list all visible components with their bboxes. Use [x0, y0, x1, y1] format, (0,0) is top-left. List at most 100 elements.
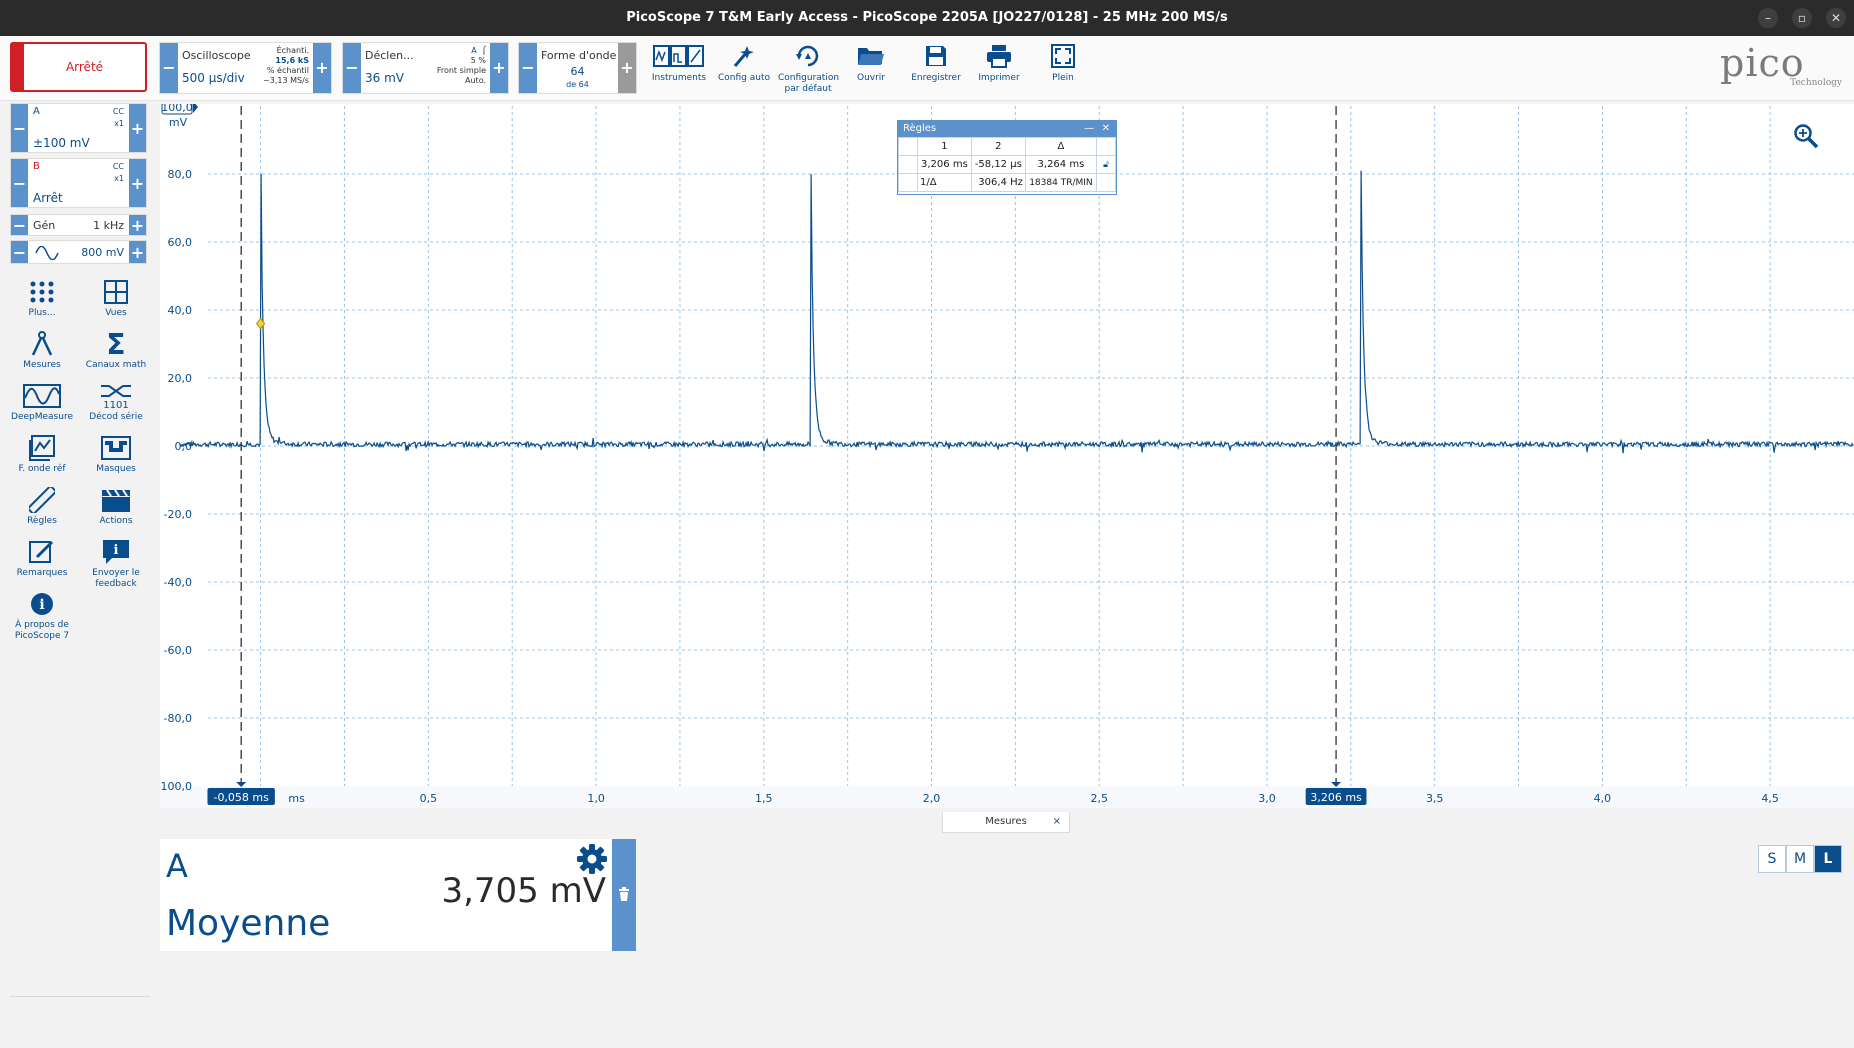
timebase-increase-button[interactable]: + — [313, 43, 331, 93]
rulers-panel[interactable]: Règles — ✕ 1 2 Δ 3,206 ms -58,12 µs 3,26… — [897, 120, 1117, 195]
math-channels-button[interactable]: Σ Canaux math — [81, 330, 151, 371]
trigger-type[interactable]: Front simple — [437, 66, 486, 76]
channel-b-range-increase-button[interactable]: + — [129, 159, 146, 207]
svg-text:i: i — [39, 597, 44, 613]
siggen-amplitude[interactable]: 800 mV — [81, 246, 124, 259]
print-button[interactable]: Imprimer — [969, 42, 1029, 84]
channel-b-probe[interactable]: x1 — [113, 173, 124, 185]
gear-icon[interactable] — [576, 843, 608, 875]
channel-a-range-decrease-button[interactable]: − — [11, 104, 28, 152]
channel-a-name[interactable]: A — [33, 106, 40, 117]
channel-b-range[interactable]: Arrêt — [33, 191, 63, 205]
trigger-source[interactable]: A — [471, 46, 476, 55]
serial-decode-button[interactable]: 1101 Décod série — [81, 382, 151, 423]
default-setup-label: Configuration par défaut — [778, 73, 840, 94]
compass-icon — [31, 331, 53, 356]
masks-button[interactable]: Masques — [81, 434, 151, 475]
channel-b-coupling[interactable]: CC — [113, 161, 124, 173]
maximize-button[interactable]: ▫ — [1792, 8, 1812, 28]
samples-value[interactable]: 15,6 kS — [263, 56, 309, 66]
siggen-frequency[interactable]: 1 kHz — [93, 219, 124, 232]
run-stop-button[interactable]: Arrêté — [10, 42, 147, 92]
scope-view[interactable]: 100,0 mV 80,0 60,0 40,0 20,0 0,0 -20,0 -40,0 -60,… — [157, 99, 1854, 808]
more-button[interactable]: Plus... — [7, 278, 77, 319]
trigger-mode[interactable]: Auto. — [437, 76, 486, 86]
feedback-button[interactable]: i Envoyer le feedback — [81, 538, 151, 590]
trigger-increase-button[interactable]: + — [490, 43, 508, 93]
size-large-button[interactable]: L — [1814, 845, 1842, 873]
save-button[interactable]: Enregistrer — [906, 42, 966, 84]
zoom-icon[interactable] — [1792, 122, 1820, 150]
reference-waveforms-button[interactable]: F. onde réf — [7, 434, 77, 475]
rising-edge-icon: ⌠ — [481, 46, 486, 55]
channel-a-coupling[interactable]: CC — [113, 106, 124, 118]
measurements-tab-close-icon[interactable]: × — [1053, 812, 1061, 832]
measurements-tab[interactable]: Mesures × — [942, 812, 1070, 833]
fullscreen-button[interactable]: Plein — [1033, 42, 1093, 84]
channel-a-range[interactable]: ±100 mV — [33, 136, 90, 150]
waveform-label: Forme d'onde — [541, 49, 617, 62]
size-small-button[interactable]: S — [1758, 845, 1786, 873]
trigger-control: − Déclen... 36 mV A ⌠ 5 % Front simple A… — [342, 42, 509, 94]
ruler-lock-icon[interactable]: 🔓︎ — [1096, 155, 1116, 174]
samples-label: Échanti. — [276, 46, 309, 55]
ruler-delta-value: 3,264 ms — [1024, 155, 1098, 174]
channel-a-range-increase-button[interactable]: + — [129, 104, 146, 152]
left-panel-divider — [10, 996, 150, 997]
deepmeasure-button[interactable]: DeepMeasure — [7, 382, 77, 423]
measurement-card[interactable]: A Moyenne 3,705 mV — [160, 839, 636, 951]
waveform-plot[interactable]: 100,0mV80,060,040,020,00,0-20,0-40,0-60,… — [157, 99, 1854, 808]
open-button[interactable]: Ouvrir — [841, 42, 901, 84]
rulers-button[interactable]: Règles — [7, 486, 77, 527]
siggen-freq-increase-button[interactable]: + — [129, 215, 146, 235]
rulers-table: 1 2 Δ 3,206 ms -58,12 µs 3,264 ms 🔓︎ 1/Δ… — [898, 137, 1116, 192]
auto-setup-button[interactable]: Config auto — [714, 42, 774, 84]
measurements-button[interactable]: Mesures — [7, 330, 77, 371]
siggen-freq-decrease-button[interactable]: − — [11, 215, 28, 235]
close-button[interactable]: ✕ — [1826, 8, 1846, 28]
serial-decode-label: Décod série — [89, 412, 143, 422]
about-button[interactable]: i À propos de PicoScope 7 — [7, 590, 77, 642]
sine-wave-icon — [35, 246, 59, 260]
notes-button[interactable]: Remarques — [7, 538, 77, 579]
trigger-level[interactable]: 36 mV — [365, 71, 404, 85]
save-icon — [926, 46, 946, 66]
fullscreen-label: Plein — [1052, 73, 1074, 83]
channel-a-probe[interactable]: x1 — [113, 118, 124, 130]
notes-label: Remarques — [16, 568, 68, 578]
views-grid-icon — [104, 280, 128, 304]
measurement-name: Moyenne — [166, 903, 331, 944]
x-tick-label: 4,5 — [1761, 792, 1779, 805]
x-tick-label: 3,5 — [1426, 792, 1444, 805]
y-tick-label: 40,0 — [168, 304, 193, 317]
print-label: Imprimer — [978, 73, 1020, 83]
timebase-decrease-button[interactable]: − — [160, 43, 178, 93]
mask-icon — [101, 436, 131, 460]
auto-setup-label: Config auto — [718, 73, 770, 83]
size-medium-button[interactable]: M — [1786, 845, 1814, 873]
channel-b-name[interactable]: B — [33, 161, 40, 172]
x-unit-label: ms — [288, 792, 305, 805]
minimize-button[interactable]: – — [1758, 8, 1778, 28]
waveform-current[interactable]: 64 — [541, 65, 614, 78]
actions-button[interactable]: Actions — [81, 486, 151, 527]
instruments-button[interactable]: Instruments — [649, 42, 709, 84]
waveform-previous-button[interactable]: − — [519, 43, 537, 93]
trash-icon[interactable] — [618, 886, 630, 902]
default-setup-button[interactable]: Configuration par défaut — [778, 42, 840, 95]
waveform-next-button[interactable]: + — [618, 43, 636, 93]
siggen-amp-increase-button[interactable]: + — [129, 241, 146, 263]
channel-b-range-decrease-button[interactable]: − — [11, 159, 28, 207]
rulers-close-icon[interactable]: ✕ — [1102, 121, 1110, 137]
y-tick-label: -60,0 — [164, 644, 192, 657]
trigger-decrease-button[interactable]: − — [343, 43, 361, 93]
channel-a-control: − A CC x1 ±100 mV + — [10, 103, 147, 153]
rulers-minimize-icon[interactable]: — — [1084, 121, 1094, 137]
ruler-inverse-label: 1/Δ — [917, 173, 972, 192]
fullscreen-icon — [1051, 44, 1075, 68]
siggen-amp-decrease-button[interactable]: − — [11, 241, 28, 263]
timebase-value[interactable]: 500 µs/div — [182, 71, 245, 85]
sigma-icon: Σ — [106, 327, 126, 361]
views-button[interactable]: Vues — [81, 278, 151, 319]
siggen-frequency-control: − Gén 1 kHz + — [10, 214, 147, 236]
